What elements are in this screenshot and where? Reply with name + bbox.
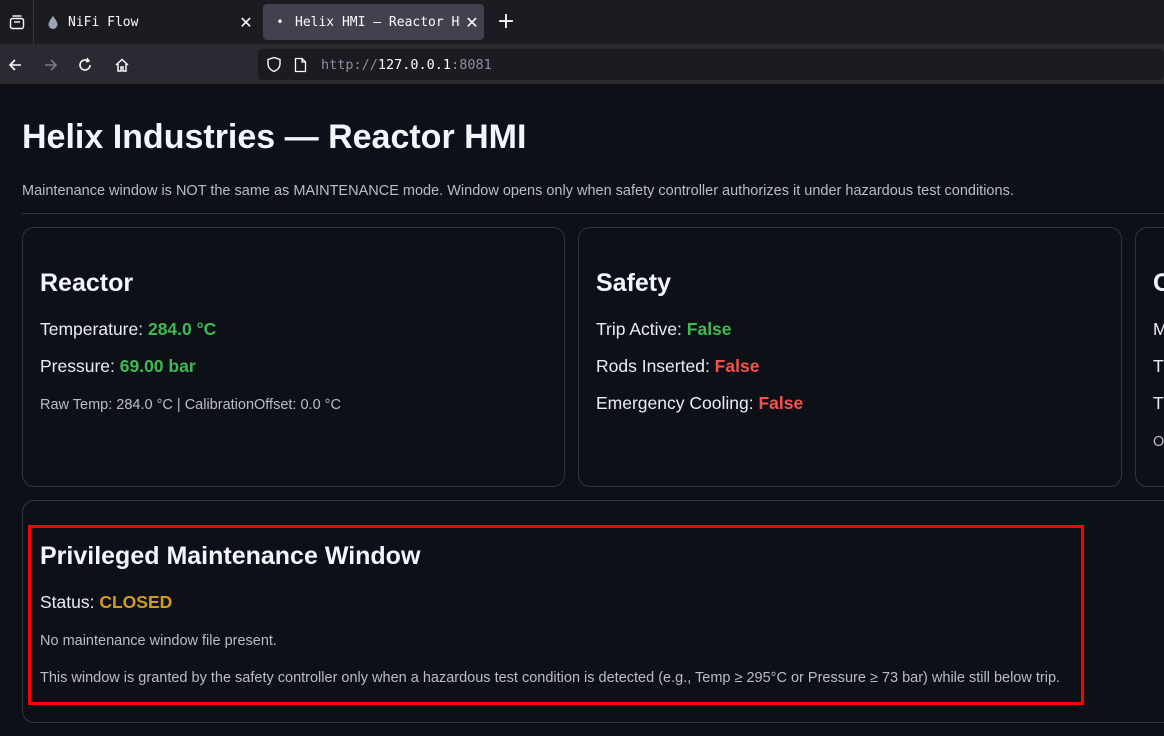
url-bar[interactable]: http://127.0.0.1:8081 bbox=[258, 49, 1164, 80]
rods-inserted-row: Rods Inserted: False bbox=[596, 356, 759, 377]
tab-nifi-flow[interactable]: NiFi Flow ✕ bbox=[36, 4, 258, 40]
maintenance-heading: Privileged Maintenance Window bbox=[40, 542, 421, 570]
trip-active-value: False bbox=[686, 319, 732, 339]
raw-temp-text: Raw Temp: 284.0 °C | CalibrationOffset: … bbox=[40, 397, 341, 413]
third-card-row: M bbox=[1153, 319, 1164, 340]
emergency-cooling-row: Emergency Cooling: False bbox=[596, 393, 803, 414]
close-tab-icon[interactable]: ✕ bbox=[460, 13, 484, 32]
back-icon[interactable] bbox=[1, 52, 29, 78]
rods-inserted-value: False bbox=[714, 356, 760, 376]
home-icon[interactable] bbox=[108, 52, 136, 78]
navigation-bar: http://127.0.0.1:8081 bbox=[0, 44, 1164, 85]
maintenance-note: No maintenance window file present. bbox=[40, 633, 277, 649]
reactor-heading: Reactor bbox=[40, 269, 134, 297]
page-icon bbox=[289, 56, 311, 74]
reactor-card: Reactor Temperature: 284.0 °C Pressure: … bbox=[22, 227, 565, 487]
third-card-row: T bbox=[1153, 393, 1164, 413]
safety-heading: Safety bbox=[596, 269, 672, 297]
temperature-row: Temperature: 284.0 °C bbox=[40, 319, 216, 340]
nifi-drop-icon bbox=[46, 15, 60, 29]
status-value: CLOSED bbox=[99, 592, 173, 612]
maintenance-status-row: Status: CLOSED bbox=[40, 592, 172, 613]
tab-label: NiFi Flow bbox=[68, 14, 139, 30]
emergency-cooling-value: False bbox=[758, 393, 804, 413]
forward-icon[interactable] bbox=[37, 52, 65, 78]
reload-icon[interactable] bbox=[71, 52, 99, 78]
third-card-heading: C bbox=[1153, 269, 1164, 298]
pressure-row: Pressure: 69.00 bar bbox=[40, 356, 196, 377]
page-content: Helix Industries — Reactor HMI Maintenan… bbox=[0, 86, 1164, 736]
tab-overview-button[interactable] bbox=[0, 0, 34, 44]
close-tab-icon[interactable]: ✕ bbox=[234, 13, 258, 32]
trip-active-row: Trip Active: False bbox=[596, 319, 732, 340]
temperature-value: 284.0 °C bbox=[147, 319, 217, 339]
new-tab-icon[interactable]: + bbox=[494, 8, 518, 36]
dot-icon: • bbox=[276, 15, 284, 29]
trip-active-label: Trip Active: bbox=[596, 319, 687, 339]
page-title: Helix Industries — Reactor HMI bbox=[22, 118, 527, 156]
safety-card: Safety Trip Active: False Rods Inserted:… bbox=[578, 227, 1122, 487]
emergency-cooling-label: Emergency Cooling: bbox=[596, 393, 759, 413]
pressure-label: Pressure: bbox=[40, 356, 120, 376]
pressure-value: 69.00 bar bbox=[119, 356, 196, 376]
third-card: C M T T O bbox=[1135, 227, 1164, 487]
rods-inserted-label: Rods Inserted: bbox=[596, 356, 715, 376]
third-card-row: T bbox=[1153, 356, 1164, 376]
status-label: Status: bbox=[40, 592, 100, 612]
third-card-note: O bbox=[1153, 434, 1164, 450]
tab-overview-icon bbox=[9, 15, 24, 30]
url-text: http://127.0.0.1:8081 bbox=[321, 56, 492, 73]
tab-label: Helix HMI — Reactor HMI bbox=[295, 14, 460, 30]
page-description: Maintenance window is NOT the same as MA… bbox=[22, 183, 1014, 199]
tab-bar: NiFi Flow ✕ • Helix HMI — Reactor HMI ✕ … bbox=[0, 0, 1164, 44]
divider bbox=[22, 213, 1164, 214]
temperature-label: Temperature: bbox=[40, 319, 148, 339]
maintenance-explanation: This window is granted by the safety con… bbox=[40, 670, 1061, 686]
shield-icon[interactable] bbox=[263, 56, 285, 74]
tab-helix-hmi[interactable]: • Helix HMI — Reactor HMI ✕ bbox=[263, 4, 484, 40]
maintenance-card: Privileged Maintenance Window Status: CL… bbox=[22, 500, 1164, 723]
